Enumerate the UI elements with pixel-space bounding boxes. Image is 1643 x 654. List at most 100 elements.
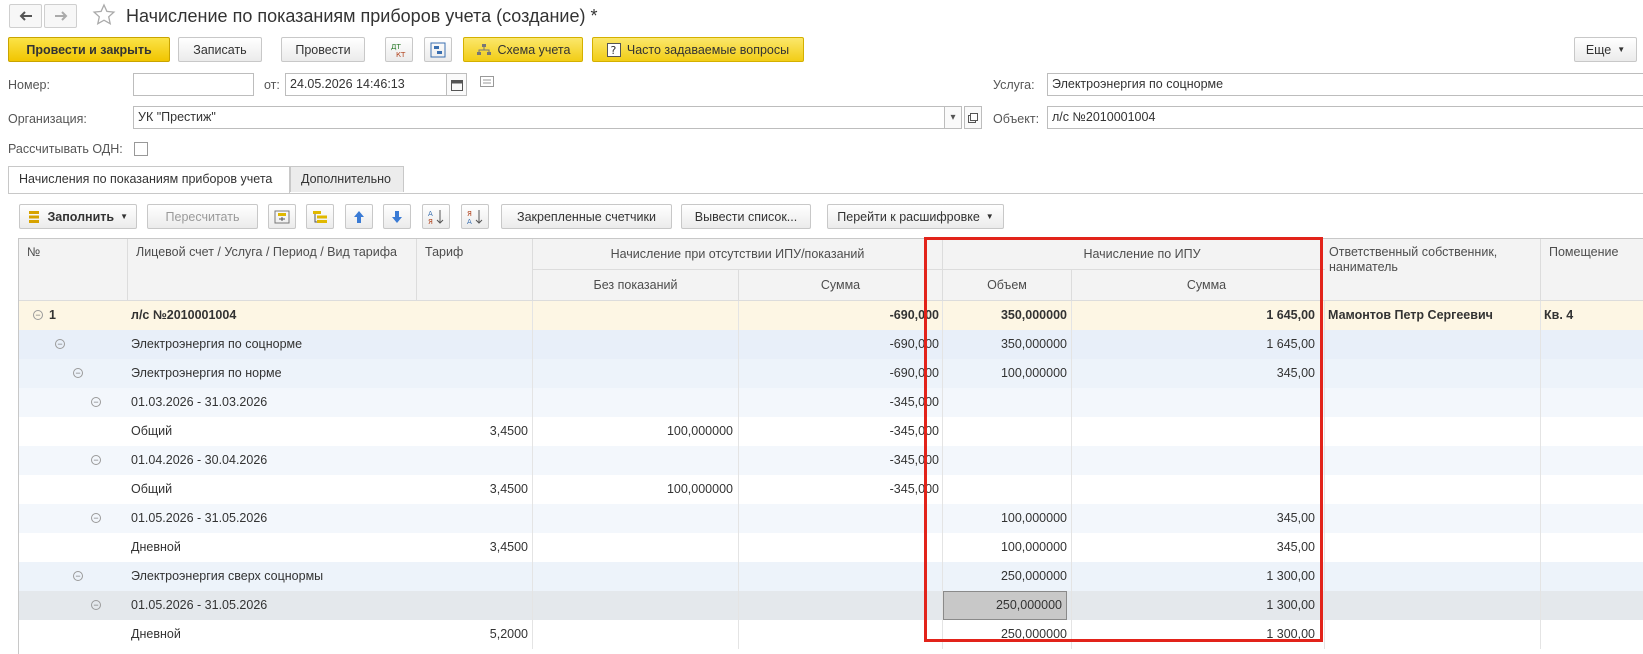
table-row[interactable]: − Электроэнергия по норме -690,000 100,0000… <box>19 359 1643 388</box>
cell-tariff[interactable]: 5,2000 <box>417 620 528 649</box>
cell-tariff[interactable]: 3,4500 <box>417 475 528 504</box>
move-up-button[interactable] <box>345 204 373 229</box>
calendar-button[interactable] <box>446 73 467 96</box>
cell-no-readings[interactable] <box>533 562 733 591</box>
cell-sum2[interactable] <box>1072 475 1315 504</box>
cell-volume[interactable]: 100,000000 <box>943 533 1067 562</box>
cell-owner[interactable] <box>1328 330 1538 359</box>
fill-button[interactable]: Заполнить ▼ <box>19 204 137 229</box>
cell-sum1[interactable] <box>739 562 939 591</box>
cell-premises[interactable] <box>1544 620 1639 649</box>
attached-meters-button[interactable]: Закрепленные счетчики <box>501 204 672 229</box>
cell-no-readings[interactable] <box>533 301 733 330</box>
add-group-button[interactable] <box>268 204 296 229</box>
organization-open-button[interactable] <box>964 106 982 129</box>
cell-premises[interactable] <box>1544 446 1639 475</box>
cell-num[interactable] <box>49 330 119 359</box>
cell-sum1[interactable]: -345,000 <box>739 417 939 446</box>
number-field[interactable] <box>133 73 254 96</box>
header-premises[interactable]: Помещение <box>1541 239 1643 301</box>
go-to-detail-button[interactable]: Перейти к расшифровке ▼ <box>827 204 1004 229</box>
table-row[interactable]: −01.05.2026 - 31.05.2026 250,000000 1 300,… <box>19 591 1643 620</box>
table-row[interactable]: − Электроэнергия по соцнорме -690,000 350,0… <box>19 330 1643 359</box>
cell-owner[interactable] <box>1328 359 1538 388</box>
table-row[interactable]: Общий 3,4500 100,000000 -345,000 <box>19 475 1643 504</box>
cell-tariff[interactable] <box>417 504 528 533</box>
table-row[interactable]: − Электроэнергия сверх соцнормы 250,000000… <box>19 562 1643 591</box>
cell-volume[interactable] <box>943 417 1067 446</box>
cell-sum1[interactable]: -690,000 <box>739 359 939 388</box>
cell-no-readings[interactable]: 100,000000 <box>533 475 733 504</box>
comment-icon[interactable] <box>480 76 494 91</box>
table-row[interactable]: −1 л/с №2010001004 -690,000 350,000000 1 645… <box>19 301 1643 330</box>
cell-sum2[interactable] <box>1072 388 1315 417</box>
cell-no-readings[interactable] <box>533 359 733 388</box>
service-field[interactable]: Электроэнергия по соцнорме <box>1047 73 1643 96</box>
cell-sum1[interactable]: -345,000 <box>739 475 939 504</box>
header-account[interactable]: Лицевой счет / Услуга / Период / Вид тар… <box>128 239 417 301</box>
favorite-star-icon[interactable] <box>92 3 116 30</box>
cell-no-readings[interactable] <box>533 620 733 649</box>
cell-sum2[interactable] <box>1072 417 1315 446</box>
cell-account[interactable]: Общий <box>131 475 414 504</box>
cell-num[interactable] <box>49 591 119 620</box>
cell-premises[interactable] <box>1544 388 1639 417</box>
cell-volume[interactable]: 250,000000 <box>943 562 1067 591</box>
table-row[interactable]: Дневной 3,4500 100,000000 345,00 <box>19 533 1643 562</box>
post-and-close-button[interactable]: Провести и закрыть <box>8 37 170 62</box>
cell-sum1[interactable] <box>739 620 939 649</box>
object-field[interactable]: л/с №2010001004 <box>1047 106 1643 129</box>
cell-tariff[interactable] <box>417 562 528 591</box>
cell-volume[interactable]: 100,000000 <box>943 504 1067 533</box>
cell-volume-selected[interactable]: 250,000000 <box>943 591 1067 620</box>
save-button[interactable]: Записать <box>178 37 262 62</box>
cell-premises[interactable] <box>1544 591 1639 620</box>
tab-additional[interactable]: Дополнительно <box>290 166 404 192</box>
cell-sum2[interactable]: 1 645,00 <box>1072 330 1315 359</box>
cell-account[interactable]: 01.04.2026 - 30.04.2026 <box>131 446 414 475</box>
move-down-button[interactable] <box>383 204 411 229</box>
cell-sum2[interactable]: 345,00 <box>1072 533 1315 562</box>
organization-dropdown-button[interactable]: ▾ <box>944 106 962 129</box>
cell-sum2[interactable]: 1 300,00 <box>1072 591 1315 620</box>
header-sum2[interactable]: Сумма <box>1072 270 1342 301</box>
cell-num[interactable] <box>49 562 119 591</box>
cell-premises[interactable] <box>1544 533 1639 562</box>
cell-num[interactable] <box>49 620 119 649</box>
table-row[interactable]: −01.04.2026 - 30.04.2026 -345,000 <box>19 446 1643 475</box>
cell-owner[interactable] <box>1328 562 1538 591</box>
cell-sum1[interactable]: -690,000 <box>739 330 939 359</box>
organization-field[interactable]: УК "Престиж" <box>133 106 945 129</box>
cell-num[interactable]: 1 <box>49 301 119 330</box>
cell-tariff[interactable] <box>417 301 528 330</box>
cell-num[interactable] <box>49 359 119 388</box>
cell-sum1[interactable] <box>739 533 939 562</box>
cell-sum2[interactable]: 1 300,00 <box>1072 562 1315 591</box>
cell-account[interactable]: Общий <box>131 417 414 446</box>
cell-sum2[interactable]: 1 645,00 <box>1072 301 1315 330</box>
structure-button[interactable] <box>424 37 452 62</box>
cell-owner[interactable]: Мамонтов Петр Сергеевич <box>1328 301 1538 330</box>
cell-num[interactable] <box>49 533 119 562</box>
cell-no-readings[interactable] <box>533 446 733 475</box>
cell-tariff[interactable]: 3,4500 <box>417 417 528 446</box>
cell-account[interactable]: Дневной <box>131 620 414 649</box>
cell-account[interactable]: Электроэнергия по норме <box>131 359 414 388</box>
forward-button[interactable] <box>44 4 77 28</box>
cell-premises[interactable] <box>1544 562 1639 591</box>
table-row[interactable]: Общий 3,4500 100,000000 -345,000 <box>19 417 1643 446</box>
cell-owner[interactable] <box>1328 417 1538 446</box>
header-owner[interactable]: Ответственный собственник, наниматель <box>1325 239 1541 301</box>
charges-table[interactable]: № Лицевой счет / Услуга / Период / Вид т… <box>18 238 1643 654</box>
cell-premises[interactable] <box>1544 504 1639 533</box>
cell-account[interactable]: Электроэнергия сверх соцнормы <box>131 562 414 591</box>
cell-sum1[interactable]: -345,000 <box>739 446 939 475</box>
cell-num[interactable] <box>49 446 119 475</box>
cell-premises[interactable]: Кв. 4 <box>1544 301 1639 330</box>
cell-sum2[interactable]: 345,00 <box>1072 359 1315 388</box>
schema-button[interactable]: Схема учета <box>463 37 583 62</box>
collapse-icon[interactable]: − <box>33 310 43 320</box>
cell-sum2[interactable]: 345,00 <box>1072 504 1315 533</box>
cell-sum1[interactable]: -345,000 <box>739 388 939 417</box>
cell-tariff[interactable] <box>417 330 528 359</box>
